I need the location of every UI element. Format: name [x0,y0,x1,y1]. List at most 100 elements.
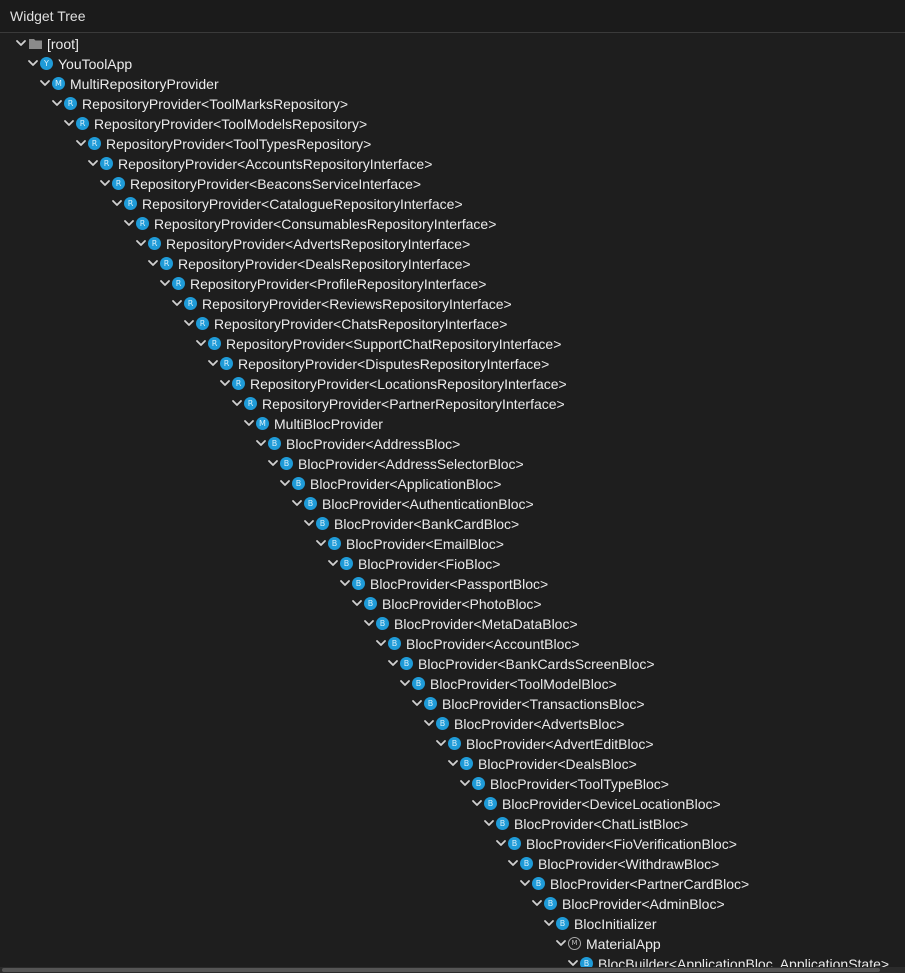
tree-row[interactable]: R RepositoryProvider<AccountsRepositoryIn… [0,154,905,174]
chevron-down-icon[interactable] [326,556,340,570]
tree-row[interactable]: B BlocProvider<AdvertsBloc> [0,714,905,734]
tree-row[interactable]: R RepositoryProvider<PartnerRepositoryInt… [0,394,905,414]
chevron-down-icon[interactable] [242,416,256,430]
tree-row[interactable]: B BlocProvider<ToolModelBloc> [0,674,905,694]
chevron-down-icon[interactable] [518,876,532,890]
chevron-down-icon[interactable] [218,376,232,390]
tree-row[interactable]: B BlocInitializer [0,914,905,934]
tree-row[interactable]: B BlocProvider<BankCardsScreenBloc> [0,654,905,674]
tree-node-label: BlocProvider<DeviceLocationBloc> [502,796,721,812]
chevron-down-icon[interactable] [14,36,28,50]
tree-row[interactable]: R RepositoryProvider<ToolTypesRepository> [0,134,905,154]
chevron-down-icon[interactable] [398,676,412,690]
tree-node-label: BlocProvider<AdvertEditBloc> [466,736,654,752]
tree-row[interactable]: B BlocProvider<ToolTypeBloc> [0,774,905,794]
horizontal-scrollbar[interactable] [0,967,905,973]
tree-row[interactable]: R RepositoryProvider<CatalogueRepositoryI… [0,194,905,214]
chevron-down-icon[interactable] [122,216,136,230]
chevron-down-icon[interactable] [554,936,568,950]
tree-row[interactable]: B BlocProvider<AddressBloc> [0,434,905,454]
tree-row[interactable]: B BlocProvider<AdvertEditBloc> [0,734,905,754]
widget-icon: B [328,537,341,550]
chevron-down-icon[interactable] [422,716,436,730]
chevron-down-icon[interactable] [50,96,64,110]
tree-row[interactable]: R RepositoryProvider<AdvertsRepositoryInt… [0,234,905,254]
tree-row[interactable]: R RepositoryProvider<SupportChatRepositor… [0,334,905,354]
tree-row[interactable]: B BlocProvider<FioBloc> [0,554,905,574]
chevron-down-icon[interactable] [146,256,160,270]
chevron-down-icon[interactable] [26,56,40,70]
tree-row[interactable]: B BlocProvider<AddressSelectorBloc> [0,454,905,474]
tree-row[interactable]: B BlocProvider<ApplicationBloc> [0,474,905,494]
tree-row[interactable]: B BlocProvider<DealsBloc> [0,754,905,774]
chevron-down-icon[interactable] [134,236,148,250]
chevron-down-icon[interactable] [98,176,112,190]
chevron-down-icon[interactable] [86,156,100,170]
tree-row[interactable]: B BlocProvider<DeviceLocationBloc> [0,794,905,814]
chevron-down-icon[interactable] [374,636,388,650]
tree-row[interactable]: B BlocProvider<PartnerCardBloc> [0,874,905,894]
chevron-down-icon[interactable] [230,396,244,410]
chevron-down-icon[interactable] [470,796,484,810]
tree-row[interactable]: B BlocProvider<AdminBloc> [0,894,905,914]
chevron-down-icon[interactable] [110,196,124,210]
tree-row[interactable]: R RepositoryProvider<DealsRepositoryInter… [0,254,905,274]
tree-row[interactable]: R RepositoryProvider<ProfileRepositoryInt… [0,274,905,294]
tree-row[interactable]: R RepositoryProvider<LocationsRepositoryI… [0,374,905,394]
chevron-down-icon[interactable] [170,296,184,310]
tree-row[interactable]: R RepositoryProvider<ConsumablesRepositor… [0,214,905,234]
chevron-down-icon[interactable] [206,356,220,370]
tree-row[interactable]: B BlocProvider<FioVerificationBloc> [0,834,905,854]
widget-icon: R [220,357,233,370]
chevron-down-icon[interactable] [446,756,460,770]
tree-row[interactable]: B BlocProvider<ChatListBloc> [0,814,905,834]
chevron-down-icon[interactable] [362,616,376,630]
chevron-down-icon[interactable] [482,816,496,830]
scrollbar-thumb[interactable] [2,968,880,972]
chevron-down-icon[interactable] [38,76,52,90]
panel-title: Widget Tree [10,8,86,24]
tree-row[interactable]: B BlocProvider<PhotoBloc> [0,594,905,614]
chevron-down-icon[interactable] [74,136,88,150]
chevron-down-icon[interactable] [458,776,472,790]
tree-row[interactable]: B BlocProvider<AccountBloc> [0,634,905,654]
chevron-down-icon[interactable] [266,456,280,470]
tree-row[interactable]: M MultiRepositoryProvider [0,74,905,94]
chevron-down-icon[interactable] [530,896,544,910]
chevron-down-icon[interactable] [62,116,76,130]
tree-row[interactable]: M MaterialApp [0,934,905,954]
widget-icon: B [376,617,389,630]
chevron-down-icon[interactable] [542,916,556,930]
tree-row[interactable]: B BlocProvider<BankCardBloc> [0,514,905,534]
tree-row[interactable]: R RepositoryProvider<ToolMarksRepository> [0,94,905,114]
tree-row[interactable]: B BlocProvider<PassportBloc> [0,574,905,594]
tree-row[interactable]: R RepositoryProvider<ReviewsRepositoryInt… [0,294,905,314]
tree-row[interactable]: Y YouToolApp [0,54,905,74]
chevron-down-icon[interactable] [182,316,196,330]
chevron-down-icon[interactable] [158,276,172,290]
tree-row[interactable]: M MultiBlocProvider [0,414,905,434]
chevron-down-icon[interactable] [254,436,268,450]
tree-row[interactable]: R RepositoryProvider<ChatsRepositoryInter… [0,314,905,334]
tree-row[interactable]: [root] [0,34,905,54]
chevron-down-icon[interactable] [338,576,352,590]
chevron-down-icon[interactable] [434,736,448,750]
chevron-down-icon[interactable] [278,476,292,490]
chevron-down-icon[interactable] [194,336,208,350]
tree-row[interactable]: B BlocProvider<AuthenticationBloc> [0,494,905,514]
tree-row[interactable]: R RepositoryProvider<BeaconsServiceInterf… [0,174,905,194]
tree-row[interactable]: R RepositoryProvider<DisputesRepositoryIn… [0,354,905,374]
chevron-down-icon[interactable] [314,536,328,550]
tree-row[interactable]: B BlocProvider<MetaDataBloc> [0,614,905,634]
chevron-down-icon[interactable] [302,516,316,530]
chevron-down-icon[interactable] [290,496,304,510]
tree-row[interactable]: B BlocProvider<EmailBloc> [0,534,905,554]
tree-row[interactable]: B BlocProvider<WithdrawBloc> [0,854,905,874]
chevron-down-icon[interactable] [506,856,520,870]
chevron-down-icon[interactable] [494,836,508,850]
chevron-down-icon[interactable] [410,696,424,710]
chevron-down-icon[interactable] [350,596,364,610]
chevron-down-icon[interactable] [386,656,400,670]
tree-row[interactable]: B BlocProvider<TransactionsBloc> [0,694,905,714]
tree-row[interactable]: R RepositoryProvider<ToolModelsRepository… [0,114,905,134]
